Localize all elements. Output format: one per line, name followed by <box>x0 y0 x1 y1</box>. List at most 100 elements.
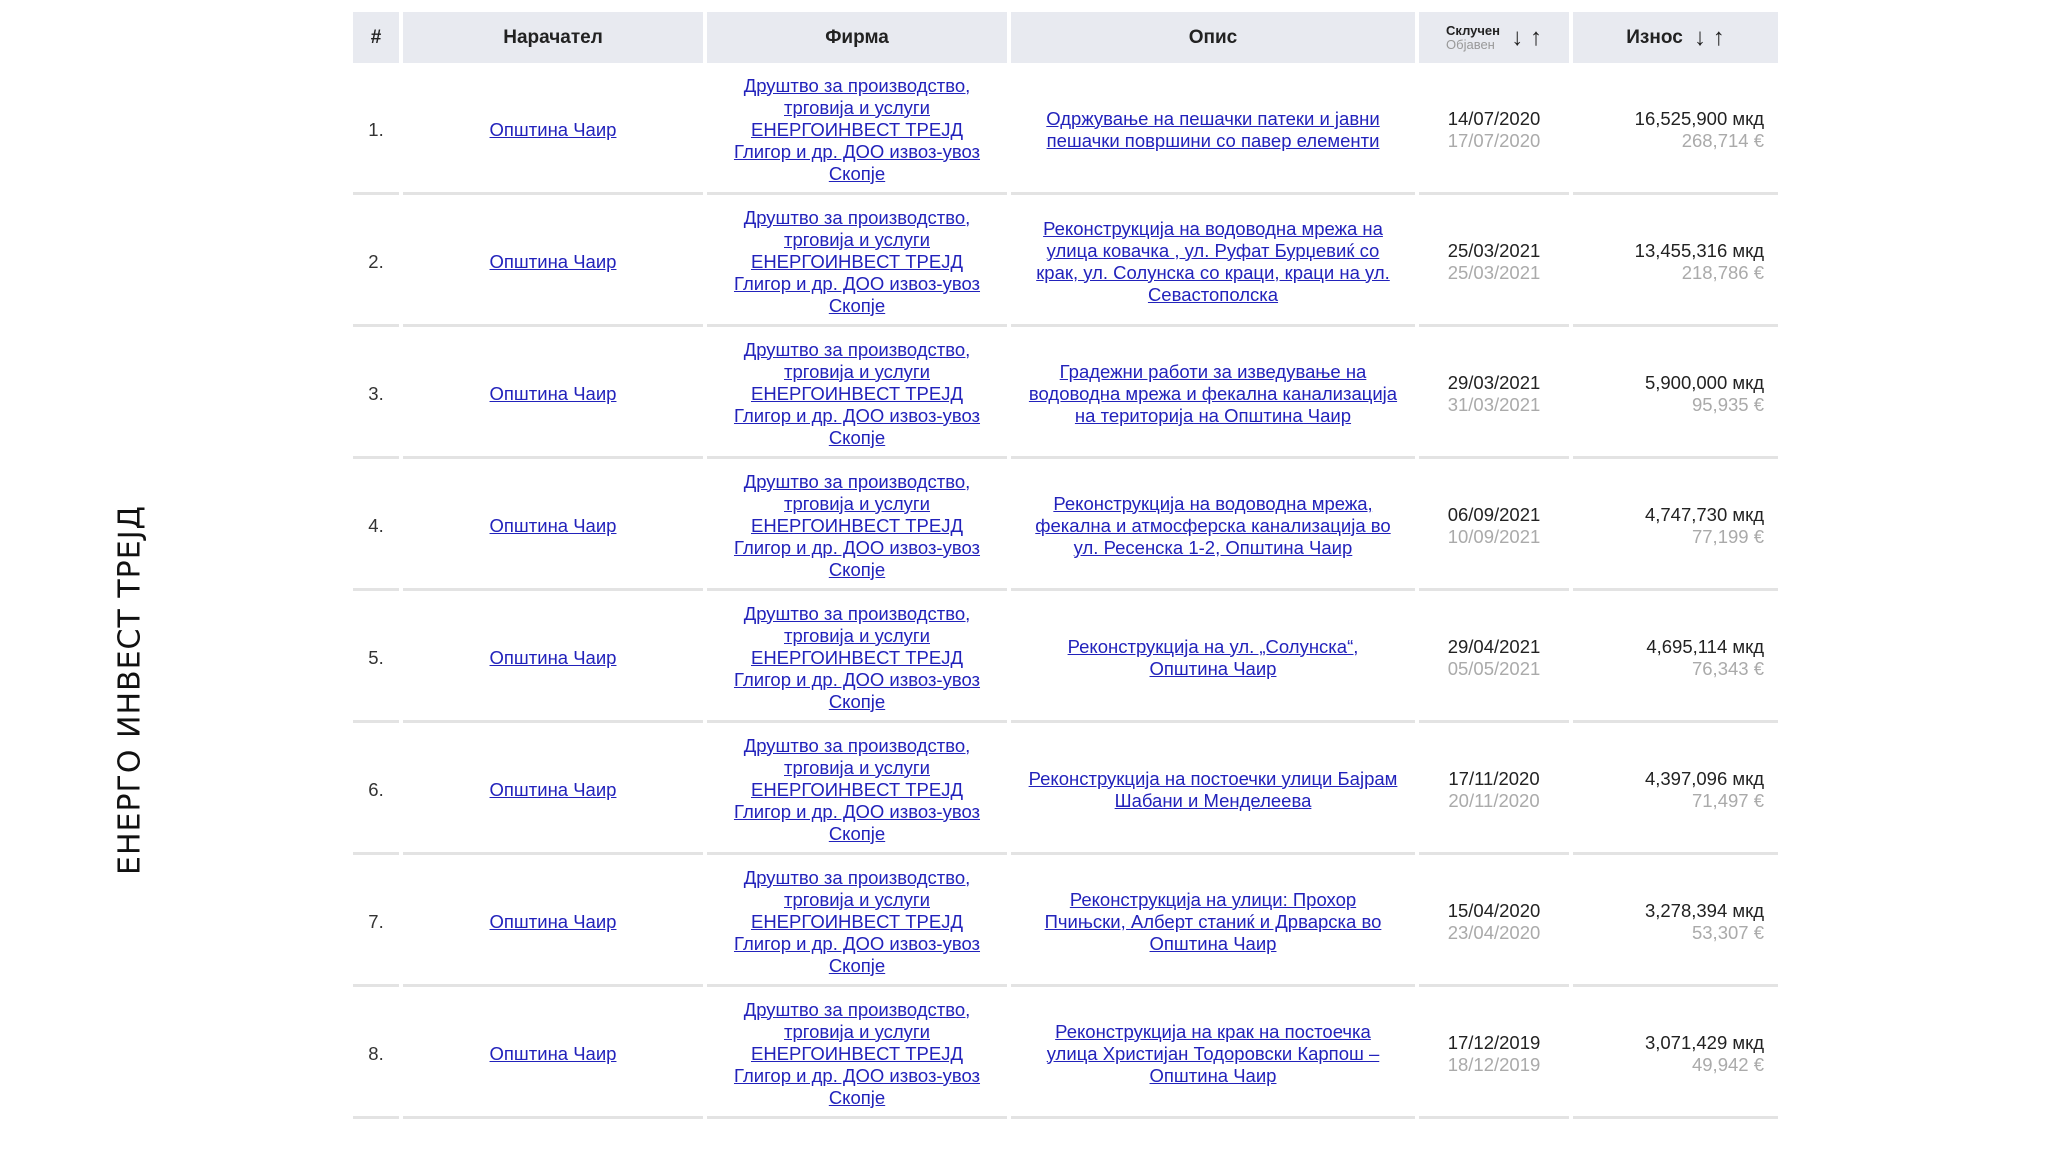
firm-link[interactable]: Друштво за производство, трговија и услуг… <box>734 603 980 712</box>
amount-mkd: 4,695,114 мкд <box>1646 635 1764 657</box>
table-row: 6. Општина Чаир Друштво за производство, тр… <box>353 727 1778 855</box>
description-link-line: Општина Чаир <box>1149 1064 1277 1086</box>
row-number: 4. <box>353 463 399 591</box>
description-cell: Реконструкција на постоечки улици Бајрам… <box>1011 727 1415 855</box>
table-row: 2. Општина Чаир Друштво за производство, тр… <box>353 199 1778 327</box>
firm-cell: Друштво за производство, трговија и услуг… <box>707 463 1007 591</box>
description-link[interactable]: Градежни работи за изведување на водоводн… <box>1029 361 1397 426</box>
description-link-line: Реконструкција на улици: Прохор <box>1069 888 1357 910</box>
description-link[interactable]: Реконструкција на постоечки улици Бајрам… <box>1029 768 1398 811</box>
firm-link-line: Глигор и др. ДОО извоз-увоз <box>733 1064 981 1086</box>
firm-link-line: трговија и услуги <box>784 360 930 382</box>
buyer-link[interactable]: Општина Чаир <box>490 647 617 668</box>
amount-header-label: Износ <box>1626 26 1683 48</box>
buyer-link[interactable]: Општина Чаир <box>490 383 617 404</box>
buyer-cell: Општина Чаир <box>403 199 703 327</box>
signed-date: 17/12/2019 <box>1447 1031 1541 1053</box>
description-link[interactable]: Реконструкција на крак на постоечка улица… <box>1047 1021 1380 1086</box>
description-link[interactable]: Реконструкција на водоводна мрежа на улиц… <box>1036 218 1390 305</box>
published-date: 18/12/2019 <box>1447 1053 1541 1075</box>
description-cell: Реконструкција на крак на постоечка улица… <box>1011 991 1415 1119</box>
buyer-cell: Општина Чаир <box>403 331 703 459</box>
amount-eur: 268,714 € <box>1681 129 1764 151</box>
firm-link[interactable]: Друштво за производство, трговија и услуг… <box>734 339 980 448</box>
buyer-link[interactable]: Општина Чаир <box>490 779 617 800</box>
firm-link-line: Глигор и др. ДОО извоз-увоз <box>733 800 981 822</box>
column-header-firm: Фирма <box>707 12 1007 63</box>
description-link-line: улица Христијан Тодоровски Карпош – <box>1046 1042 1380 1064</box>
date-sort-controls: ↓ ↑ <box>1511 24 1542 52</box>
buyer-cell: Општина Чаир <box>403 991 703 1119</box>
firm-link-line: Глигор и др. ДОО извоз-увоз <box>733 272 981 294</box>
firm-link[interactable]: Друштво за производство, трговија и услуг… <box>734 471 980 580</box>
table-row: 1. Општина Чаир Друштво за производство, тр… <box>353 67 1778 195</box>
table-row: 3. Општина Чаир Друштво за производство, тр… <box>353 331 1778 459</box>
firm-link-line: Друштво за производство, <box>743 866 971 888</box>
dates-cell: 29/03/2021 31/03/2021 <box>1419 331 1569 459</box>
firm-link-line: Друштво за производство, <box>743 602 971 624</box>
description-link-line: Реконструкција на ул. „Солунска“, <box>1067 635 1359 657</box>
description-link[interactable]: Одржување на пешачки патеки и јавни пешач… <box>1046 108 1379 151</box>
amount-eur: 49,942 € <box>1691 1053 1764 1075</box>
amount-cell: 16,525,900 мкд 268,714 € <box>1573 67 1778 195</box>
description-link-line: улица ковачка , ул. Руфат Бурџевиќ со <box>1046 239 1380 261</box>
firm-link[interactable]: Друштво за производство, трговија и услуг… <box>734 735 980 844</box>
description-link-line: Реконструкција на постоечки улици Бајрам <box>1028 767 1398 789</box>
amount-cell: 4,397,096 мкд 71,497 € <box>1573 727 1778 855</box>
description-link-line: крак, ул. Солунска со краци, краци на ул… <box>1036 261 1390 283</box>
firm-link-line: ЕНЕРГОИНВЕСТ ТРЕЈД <box>750 382 964 404</box>
description-link-line: Реконструкција на крак на постоечка <box>1055 1020 1371 1042</box>
buyer-cell: Општина Чаир <box>403 859 703 987</box>
firm-link-line: ЕНЕРГОИНВЕСТ ТРЕЈД <box>750 250 964 272</box>
description-link-line: Општина Чаир <box>1149 932 1277 954</box>
signed-date: 29/03/2021 <box>1447 371 1541 393</box>
sort-asc-icon[interactable]: ↑ <box>1713 24 1725 51</box>
amount-cell: 5,900,000 мкд 95,935 € <box>1573 331 1778 459</box>
firm-link[interactable]: Друштво за производство, трговија и услуг… <box>734 999 980 1108</box>
description-link[interactable]: Реконструкција на ул. „Солунска“, Општина… <box>1068 636 1359 679</box>
sort-desc-icon[interactable]: ↓ <box>1694 24 1706 51</box>
buyer-link[interactable]: Општина Чаир <box>490 911 617 932</box>
amount-mkd: 3,278,394 мкд <box>1644 899 1764 921</box>
firm-link-line: ЕНЕРГОИНВЕСТ ТРЕЈД <box>750 910 964 932</box>
description-link-line: Одржување на пешачки патеки и јавни <box>1046 107 1380 129</box>
firm-link-line: Скопје <box>828 558 886 580</box>
dates-cell: 06/09/2021 10/09/2021 <box>1419 463 1569 591</box>
firm-link-line: Скопје <box>828 1086 886 1108</box>
description-link-line: Општина Чаир <box>1149 657 1277 679</box>
dates-cell: 29/04/2021 05/05/2021 <box>1419 595 1569 723</box>
firm-cell: Друштво за производство, трговија и услуг… <box>707 595 1007 723</box>
description-link-line: на територија на Општина Чаир <box>1074 404 1352 426</box>
firm-link-line: ЕНЕРГОИНВЕСТ ТРЕЈД <box>750 778 964 800</box>
firm-link-line: Скопје <box>828 294 886 316</box>
buyer-link[interactable]: Општина Чаир <box>490 515 617 536</box>
firm-link-line: Глигор и др. ДОО извоз-увоз <box>733 668 981 690</box>
sort-asc-icon[interactable]: ↑ <box>1530 24 1542 51</box>
date-header-published: Објавен <box>1446 36 1495 52</box>
description-link-line: ул. Ресенска 1-2, Општина Чаир <box>1073 536 1353 558</box>
amount-cell: 13,455,316 мкд 218,786 € <box>1573 199 1778 327</box>
firm-link[interactable]: Друштво за производство, трговија и услуг… <box>734 75 980 184</box>
description-link-line: водоводна мрежа и фекална канализација <box>1028 382 1398 404</box>
firm-link[interactable]: Друштво за производство, трговија и услуг… <box>734 207 980 316</box>
description-link[interactable]: Реконструкција на улици: Прохор Пчињски, … <box>1045 889 1382 954</box>
buyer-link[interactable]: Општина Чаир <box>490 1043 617 1064</box>
column-header-amount: Износ ↓ ↑ <box>1573 12 1778 63</box>
row-number: 5. <box>353 595 399 723</box>
row-number: 6. <box>353 727 399 855</box>
buyer-link[interactable]: Општина Чаир <box>490 251 617 272</box>
description-link[interactable]: Реконструкција на водоводна мрежа, фекалн… <box>1035 493 1390 558</box>
firm-link[interactable]: Друштво за производство, трговија и услуг… <box>734 867 980 976</box>
dates-cell: 14/07/2020 17/07/2020 <box>1419 67 1569 195</box>
buyer-cell: Општина Чаир <box>403 727 703 855</box>
signed-date: 29/04/2021 <box>1447 635 1541 657</box>
firm-cell: Друштво за производство, трговија и услуг… <box>707 991 1007 1119</box>
firm-link-line: ЕНЕРГОИНВЕСТ ТРЕЈД <box>750 118 964 140</box>
firm-link-line: трговија и услуги <box>784 756 930 778</box>
signed-date: 17/11/2020 <box>1448 767 1540 789</box>
table-row: 7. Општина Чаир Друштво за производство, тр… <box>353 859 1778 987</box>
buyer-link[interactable]: Општина Чаир <box>490 119 617 140</box>
sort-desc-icon[interactable]: ↓ <box>1511 24 1523 51</box>
firm-cell: Друштво за производство, трговија и услуг… <box>707 727 1007 855</box>
description-link-line: пешачки површини со павер елементи <box>1046 129 1380 151</box>
